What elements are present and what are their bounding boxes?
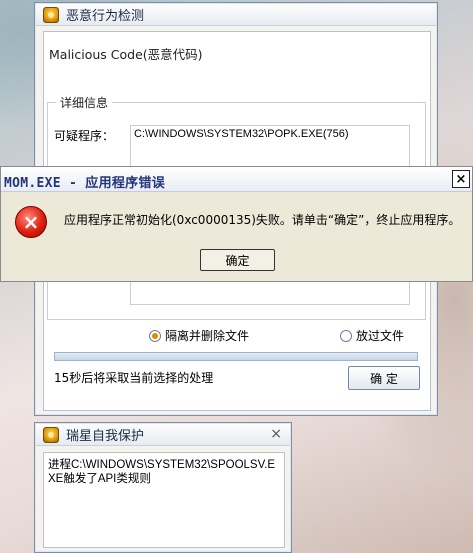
protection-titlebar[interactable]: 瑞星自我保护 × (36, 424, 290, 446)
error-close-button[interactable]: × (452, 170, 470, 188)
close-icon[interactable]: × (270, 426, 282, 442)
countdown-text: 15秒后将采取当前选择的处理 (54, 371, 214, 385)
error-icon-glyph: × (22, 210, 40, 234)
protection-message-panel: 进程C:\WINDOWS\SYSTEM32\SPOOLSV.EXE触发了API类… (43, 452, 285, 548)
protection-message: 进程C:\WINDOWS\SYSTEM32\SPOOLSV.EXE触发了API类… (48, 459, 276, 485)
option-quarantine[interactable]: 隔离并删除文件 (149, 327, 249, 344)
error-titlebar[interactable]: MOM.EXE - 应用程序错误 × (1, 167, 472, 192)
suspicious-program-label: 可疑程序： (54, 129, 115, 143)
error-dialog-title: MOM.EXE - 应用程序错误 (4, 176, 166, 191)
malicious-code-label: Malicious Code(恶意代码) (49, 47, 203, 62)
application-error-dialog: MOM.EXE - 应用程序错误 × × 应用程序正常初始化(0xc000013… (0, 166, 473, 282)
countdown-progress-bar (54, 352, 418, 361)
option-allow[interactable]: 放过文件 (340, 327, 404, 344)
rising-lion-icon (43, 6, 59, 23)
confirm-button[interactable]: 确 定 (348, 366, 420, 390)
suspicious-program-value: C:\WINDOWS\SYSTEM32\POPK.EXE(756) (134, 128, 349, 140)
allow-label: 放过文件 (356, 329, 405, 343)
protection-window-title: 瑞星自我保护 (66, 429, 145, 444)
close-icon: × (455, 171, 467, 187)
self-protection-window: 瑞星自我保护 × 进程C:\WINDOWS\SYSTEM32\SPOOLSV.E… (34, 422, 292, 553)
ok-button[interactable]: 确定 (200, 249, 275, 271)
main-titlebar[interactable]: 恶意行为检测 (36, 4, 436, 26)
rising-lion-icon (43, 426, 59, 443)
quarantine-radio[interactable] (149, 329, 161, 342)
allow-radio[interactable] (340, 329, 352, 342)
error-message: 应用程序正常初始化(0xc0000135)失败。请单击“确定”，终止应用程序。 (64, 213, 461, 227)
details-group-legend: 详细信息 (56, 94, 113, 111)
main-window-title: 恶意行为检测 (66, 9, 145, 24)
quarantine-label: 隔离并删除文件 (165, 329, 250, 343)
error-icon: × (15, 206, 47, 238)
